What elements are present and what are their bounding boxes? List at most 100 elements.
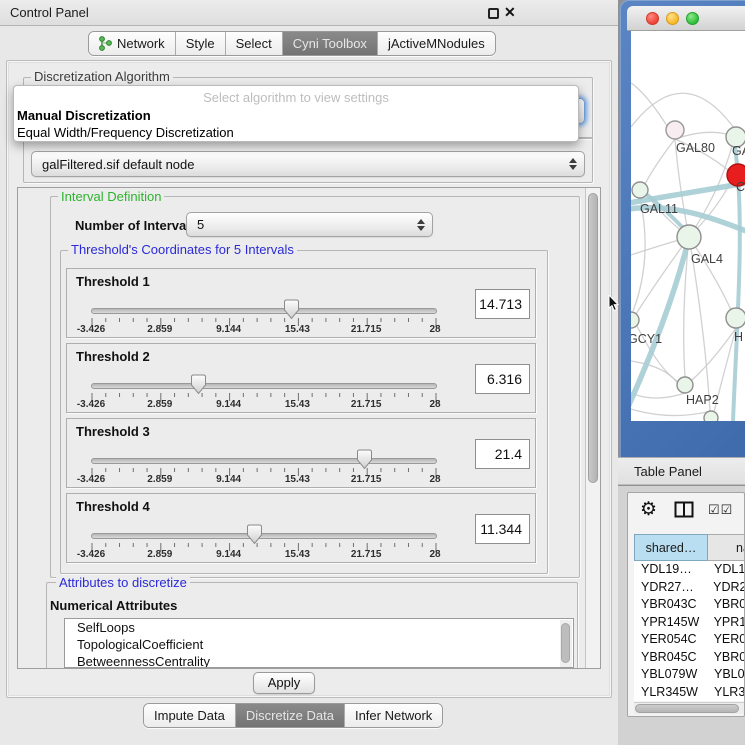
threshold-panel-4: Threshold 4-3.4262.8599.14415.4321.71528… [66, 493, 536, 563]
tick-label: 2.859 [130, 399, 190, 410]
attributes-scrollbar[interactable] [560, 620, 572, 668]
attribute-list-item[interactable]: TopologicalCoefficient [65, 636, 573, 653]
tab-jactivemnodules[interactable]: jActiveMNodules [378, 32, 495, 55]
table-row[interactable]: YPR145WYPR1 [634, 614, 745, 632]
cell-name: YDR2 [707, 579, 745, 597]
cell-shared-name: YPR145W [634, 614, 708, 632]
threshold-panel-3: Threshold 3-3.4262.8599.14415.4321.71528… [66, 418, 536, 488]
column-view-icon[interactable] [674, 501, 694, 518]
network-node[interactable] [726, 308, 745, 328]
tab-cyni-toolbox[interactable]: Cyni Toolbox [283, 32, 378, 55]
slider-thumb[interactable] [190, 374, 207, 395]
network-canvas[interactable]: GAL80GACGAL11GAL4GCY1HHAP2 [631, 31, 745, 421]
table-row[interactable]: YBL079WYBL0 [634, 666, 745, 684]
slider-thumb[interactable] [356, 449, 373, 470]
attribute-list-item[interactable]: SelfLoops [65, 619, 573, 636]
threshold-value-field[interactable]: 6.316 [475, 364, 530, 394]
app-root: Control Panel ✕ Network StyleSelectCyni T… [0, 0, 745, 745]
cell-shared-name: YBR043C [634, 596, 708, 614]
tab-style[interactable]: Style [176, 32, 226, 55]
select-columns-icon[interactable]: ☑☑ [708, 502, 733, 518]
table-row[interactable]: YDL19…YDL1 [634, 561, 745, 579]
top-tab-bar: Network StyleSelectCyni ToolboxjActiveMNo… [88, 31, 496, 56]
control-panel-titlebar: Control Panel ✕ [0, 0, 618, 26]
tab-impute-data[interactable]: Impute Data [144, 704, 236, 727]
tick-label: 21.715 [336, 474, 396, 485]
scrollbar-thumb[interactable] [635, 704, 739, 713]
table-row[interactable]: YBR043CYBR0 [634, 596, 745, 614]
node-label: GAL80 [676, 141, 715, 155]
gear-icon[interactable]: ⚙ [640, 499, 657, 521]
tick-label: -3.426 [61, 549, 121, 560]
node-label: GA [732, 144, 745, 158]
table-body: YDL19…YDL1YDR27…YDR2YBR043CYBR0YPR145WYP… [634, 561, 745, 701]
slider-thumb[interactable] [246, 524, 263, 545]
tab-infer-network[interactable]: Infer Network [345, 704, 442, 727]
threshold-value-field[interactable]: 14.713 [475, 289, 530, 319]
slider-track[interactable] [91, 458, 437, 464]
apply-button[interactable]: Apply [253, 672, 315, 694]
cell-shared-name: YBR045C [634, 649, 708, 667]
network-node[interactable] [704, 411, 718, 421]
dropdown-option-equal-width[interactable]: Equal Width/Frequency Discretization [17, 125, 234, 140]
table-row[interactable]: YLR345WYLR3 [634, 684, 745, 702]
scrollbar-thumb[interactable] [561, 623, 570, 663]
network-node[interactable] [632, 182, 648, 198]
combo-arrows-icon [417, 219, 425, 231]
table-row[interactable]: YBR045CYBR0 [634, 649, 745, 667]
minimize-button[interactable] [666, 12, 679, 25]
tick-label: 28 [405, 549, 465, 560]
tab-label: Network [117, 36, 165, 51]
slider-thumb[interactable] [283, 299, 300, 320]
combo-arrows-icon [569, 158, 577, 170]
slider-track[interactable] [91, 533, 437, 539]
close-icon[interactable]: ✕ [504, 4, 516, 21]
network-node[interactable] [677, 377, 693, 393]
node-label: HAP2 [686, 393, 719, 407]
vertical-scrollbar[interactable] [585, 188, 600, 668]
network-window-titlebar[interactable] [627, 6, 745, 31]
table-toolbar: ⚙ ☑☑ [628, 493, 744, 529]
slider-track[interactable] [91, 383, 437, 389]
settings-scrollpane: Interval Definition Number of Intervals … [17, 187, 601, 669]
column-header-name[interactable]: na [708, 534, 745, 561]
number-of-intervals-combobox[interactable]: 5 [186, 212, 433, 237]
table-row[interactable]: YER054CYER0 [634, 631, 745, 649]
dropdown-option-manual[interactable]: Manual Discretization [17, 108, 151, 123]
numerical-attributes-list[interactable]: SelfLoopsTopologicalCoefficientBetweenne… [64, 618, 574, 668]
cell-name: YDL1 [708, 561, 745, 579]
cyni-toolbox-panel: Discretization Algorithm Table Data galF… [6, 60, 612, 698]
tab-select[interactable]: Select [226, 32, 283, 55]
number-of-intervals-value: 5 [197, 217, 204, 232]
threshold-value-field[interactable]: 21.4 [475, 439, 530, 469]
tick-label: 9.144 [199, 399, 259, 410]
tick-label: 2.859 [130, 324, 190, 335]
float-panel-icon[interactable] [488, 8, 499, 19]
cell-name: YPR1 [708, 614, 745, 632]
attribute-list-item[interactable]: BetweennessCentrality [65, 653, 573, 668]
cell-name: YBR0 [708, 649, 745, 667]
horizontal-scrollbar[interactable] [634, 702, 745, 714]
threshold-value-field[interactable]: 11.344 [475, 514, 530, 544]
network-node[interactable] [677, 225, 701, 249]
zoom-button[interactable] [686, 12, 699, 25]
table-row[interactable]: YDR27…YDR2 [634, 579, 745, 597]
tick-label: 15.43 [267, 549, 327, 560]
slider-track[interactable] [91, 308, 437, 314]
close-button[interactable] [646, 12, 659, 25]
network-node[interactable] [666, 121, 684, 139]
network-view-window[interactable]: GAL80GACGAL11GAL4GCY1HHAP2 [620, 0, 745, 457]
table-data-combobox[interactable]: galFiltered.sif default node [31, 151, 585, 177]
node-table: ⚙ ☑☑ shared… na YDL19…YDL1YDR27…YDR2YBR0… [627, 492, 745, 717]
scrollbar-thumb[interactable] [588, 193, 598, 483]
tick-label: 9.144 [199, 324, 259, 335]
network-node[interactable] [631, 312, 639, 328]
node-label: C [736, 180, 745, 194]
tick-label: -3.426 [61, 474, 121, 485]
tick-label: 21.715 [336, 399, 396, 410]
tab-network[interactable]: Network [89, 32, 176, 55]
tick-label: 9.144 [199, 549, 259, 560]
cell-shared-name: YLR345W [634, 684, 708, 702]
column-header-shared-name[interactable]: shared… [634, 534, 708, 561]
tab-discretize-data[interactable]: Discretize Data [236, 704, 345, 727]
